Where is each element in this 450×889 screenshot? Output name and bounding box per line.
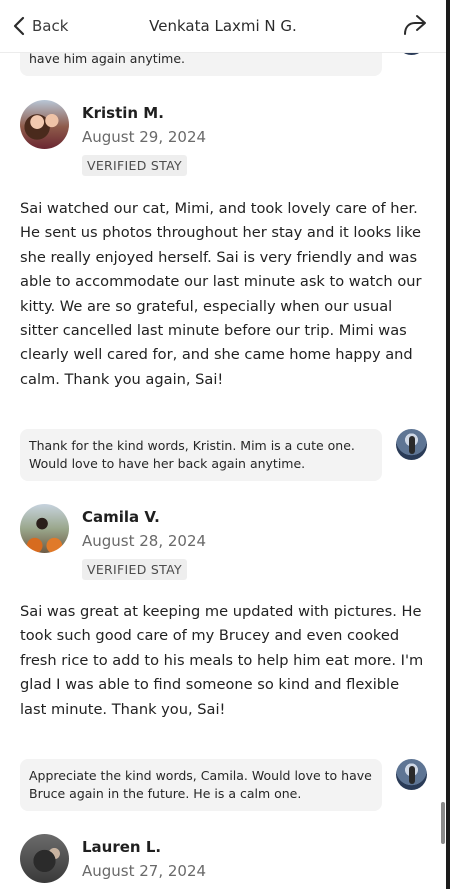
top-bar: Back Venkata Laxmi N G. — [0, 0, 446, 53]
review-date: August 28, 2024 — [82, 532, 207, 550]
sitter-reply: Thank for the kind words, Kristin. Mim i… — [20, 429, 382, 481]
window-edge — [446, 0, 450, 889]
sitter-reply: Appreciate the kind words, Camila. Would… — [20, 759, 382, 811]
reviewer-name: Kristin M. — [82, 104, 164, 122]
reply-text: Thank for the kind words, Kristin. Mim i… — [29, 438, 355, 471]
scrollbar-thumb[interactable] — [441, 802, 445, 844]
avatar — [20, 504, 69, 553]
review-text: Sai watched our cat, Mimi, and took love… — [20, 200, 422, 388]
reviewer-name: Camila V. — [82, 508, 160, 526]
verified-stay-badge: VERIFIED STAY — [82, 559, 187, 580]
review-date: August 29, 2024 — [82, 128, 207, 146]
sitter-avatar — [396, 759, 427, 790]
review-date: August 27, 2024 — [82, 862, 207, 880]
avatar — [20, 834, 69, 883]
review-text: Sai was great at keeping me updated with… — [20, 603, 424, 718]
verified-stay-badge: VERIFIED STAY — [82, 155, 187, 176]
reply-text: Appreciate the kind words, Camila. Would… — [29, 768, 372, 801]
sitter-avatar — [396, 429, 427, 460]
reply-text: have him again anytime. — [29, 51, 186, 66]
share-icon[interactable] — [402, 13, 428, 37]
avatar — [20, 100, 69, 149]
reviewer-name: Lauren L. — [82, 838, 162, 856]
page-title: Venkata Laxmi N G. — [149, 17, 297, 35]
